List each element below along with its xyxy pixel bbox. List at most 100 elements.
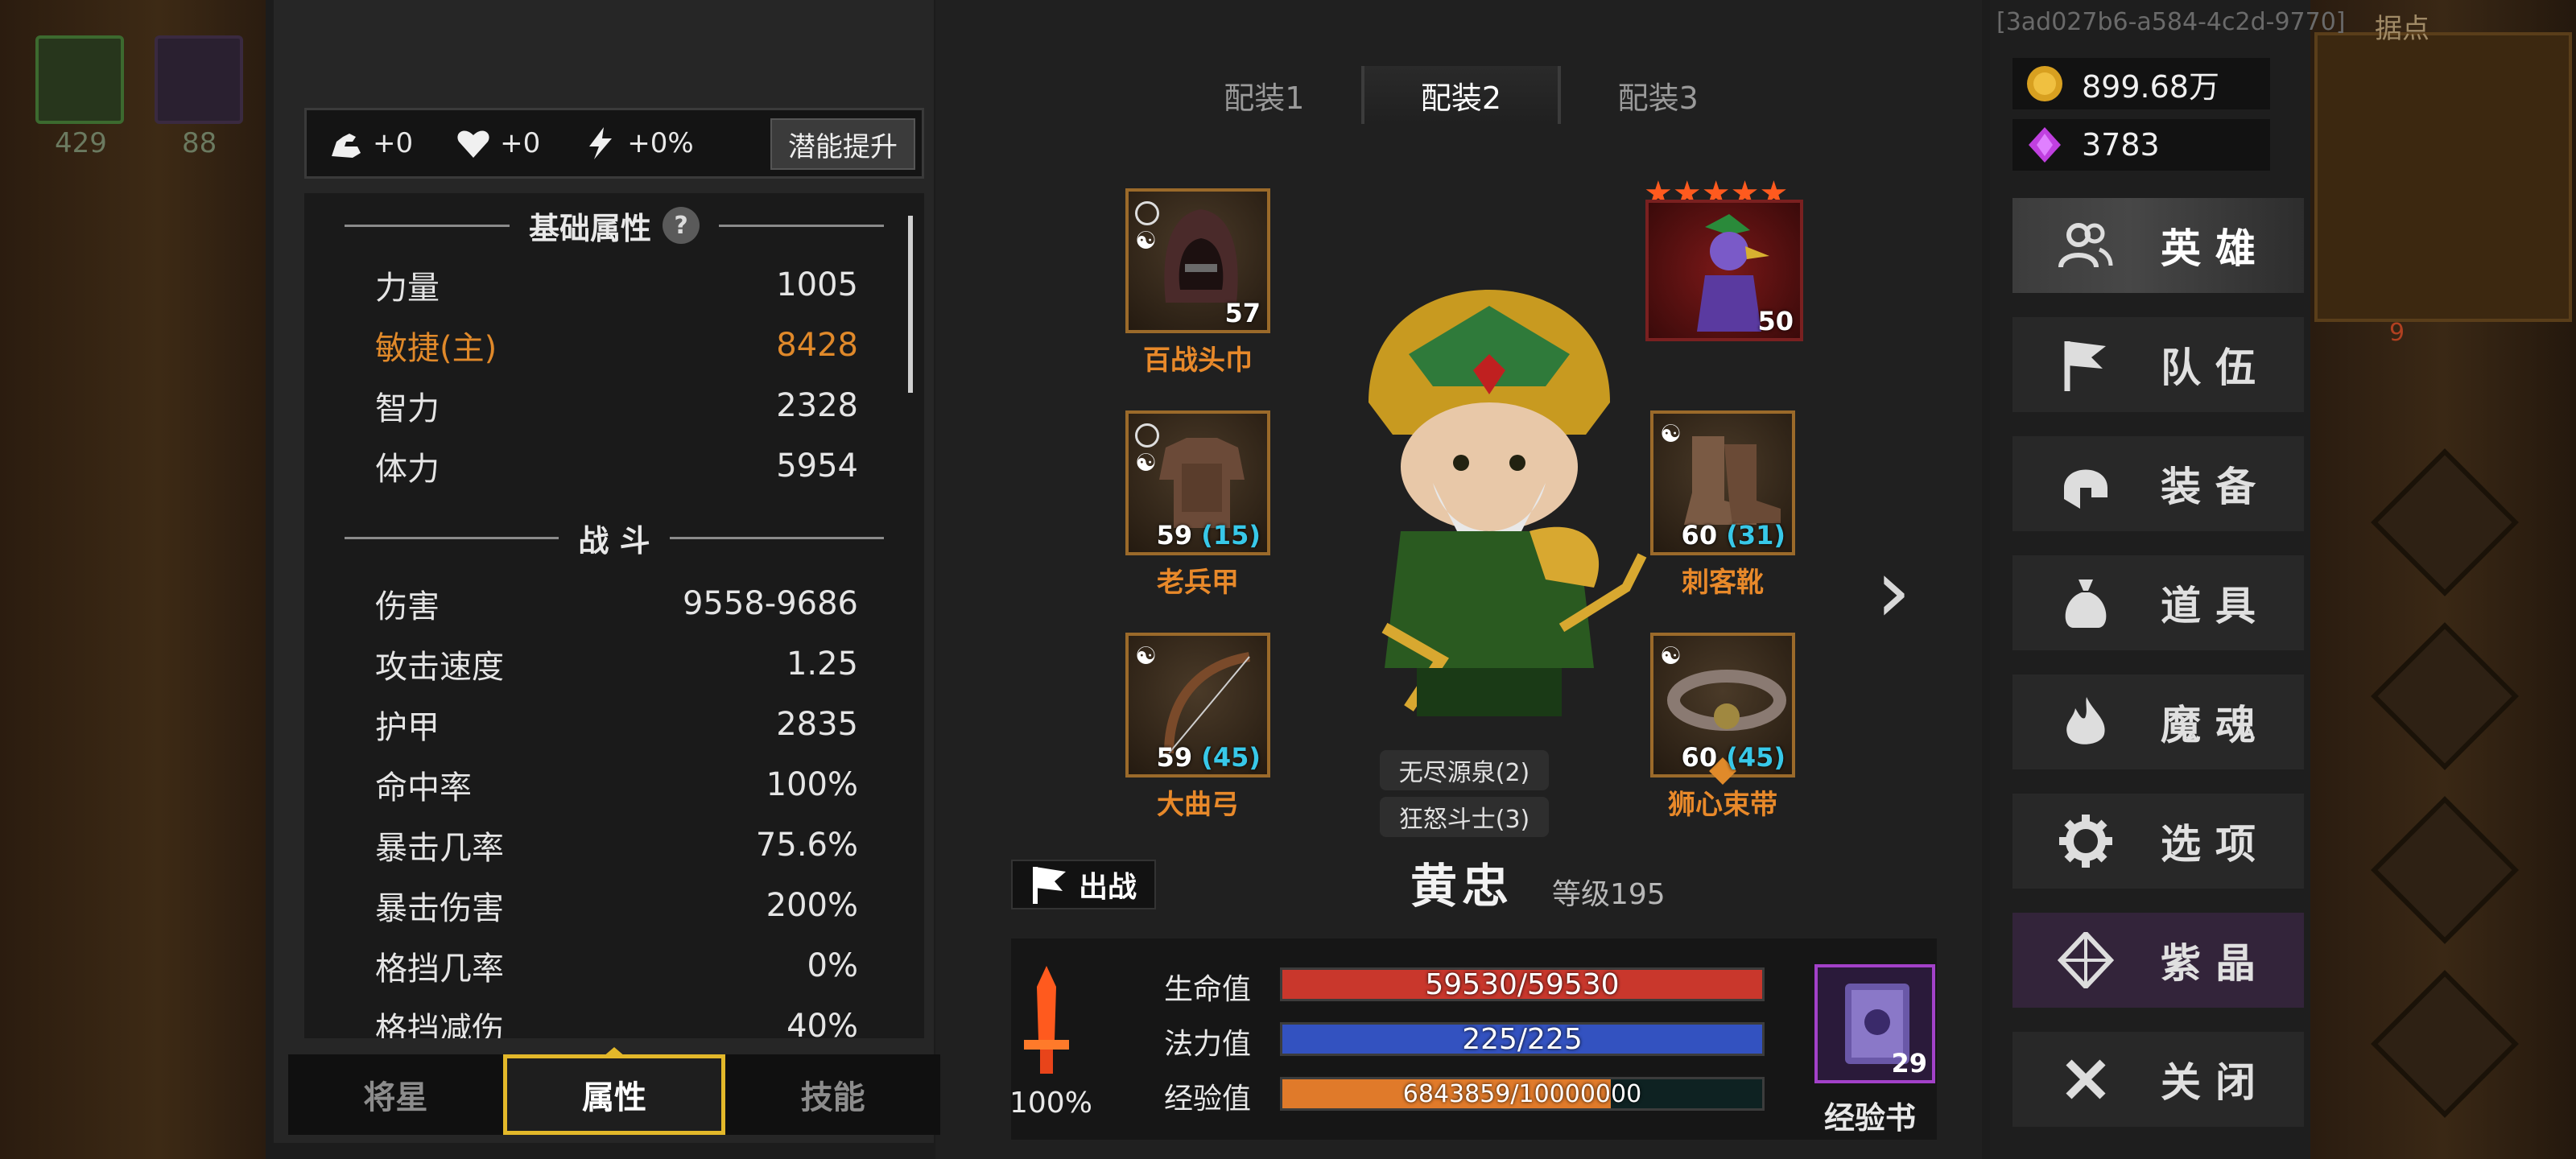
nav-options[interactable]: 选项 xyxy=(2013,794,2304,889)
combat-title: 战 斗 xyxy=(578,522,650,559)
exp-text: 6843859/10000000 xyxy=(1402,1079,1642,1108)
nav-label: 道具 xyxy=(2161,583,2270,629)
pet-level: 50 xyxy=(1757,306,1794,336)
bg-slot-count: 429 xyxy=(55,127,107,159)
attr-value: 2835 xyxy=(776,706,858,743)
minimap[interactable] xyxy=(2314,32,2572,322)
set-bonus-label[interactable]: 无尽源泉(2) xyxy=(1380,750,1549,790)
exp-book-item[interactable]: 29 xyxy=(1814,964,1935,1083)
equip-name-armor: 老兵甲 xyxy=(1157,567,1239,599)
item-level: 60 (45) xyxy=(1681,742,1785,773)
lightning-icon xyxy=(582,125,619,162)
pet-slot[interactable]: 50 xyxy=(1645,200,1803,341)
tab-loadout-1[interactable]: 配装1 xyxy=(1167,66,1364,124)
attribute-scrollbar[interactable] xyxy=(908,216,913,393)
equip-slot-helmet[interactable]: ☯ 57 xyxy=(1125,188,1270,333)
attr-value: 8428 xyxy=(776,327,858,364)
crystal-display: 3783 xyxy=(2013,119,2270,171)
attr-label: 格挡减伤 xyxy=(375,1011,504,1038)
potential-stat-bar: +0 +0 +0% 潜能提升 xyxy=(304,108,924,179)
session-id: [3ad027b6-a584-4c2d-9770] xyxy=(1996,8,2346,36)
attr-label: 格挡几率 xyxy=(375,951,504,988)
tab-attributes[interactable]: 属性 xyxy=(502,1047,726,1135)
attr-label: 攻击速度 xyxy=(375,649,504,686)
equip-slot-boots[interactable]: ☯ 60 (31) xyxy=(1650,410,1795,555)
left-tab-bar: 将星 属性 技能 xyxy=(288,1047,940,1135)
attr-row-damage: 伤害 9558-9686 xyxy=(375,580,858,628)
attr-row-stamina: 体力 5954 xyxy=(375,442,858,490)
deploy-button[interactable]: 出战 xyxy=(1011,860,1156,909)
nav-label: 装备 xyxy=(2161,464,2270,510)
flag-icon xyxy=(2058,336,2114,393)
bg-skill-slot-2 xyxy=(155,35,243,124)
bg-skill-slot-1 xyxy=(35,35,124,124)
gold-display: 899.68万 xyxy=(2013,58,2270,109)
nav-equipment[interactable]: 装备 xyxy=(2013,436,2304,531)
item-level: 57 xyxy=(1224,298,1261,328)
gear-icon xyxy=(2058,813,2114,869)
nav-heroes[interactable]: 英雄 xyxy=(2013,198,2304,293)
attr-label: 智力 xyxy=(375,390,440,427)
attr-label: 暴击伤害 xyxy=(375,890,504,927)
nav-label: 紫晶 xyxy=(2161,940,2270,987)
attr-row-block-reduction: 格挡减伤 40% xyxy=(375,1002,858,1038)
attr-row-block-chance: 格挡几率 0% xyxy=(375,942,858,990)
attr-label: 命中率 xyxy=(375,769,472,806)
nav-team[interactable]: 队伍 xyxy=(2013,317,2304,412)
bg-slot-count: 88 xyxy=(182,127,217,159)
basic-attributes-title: 基础属性 xyxy=(529,210,652,246)
equip-name-weapon: 大曲弓 xyxy=(1157,789,1239,821)
exp-bar: 6843859/10000000 xyxy=(1280,1077,1765,1111)
equip-slot-belt[interactable]: ☯ 60 (45) xyxy=(1650,633,1795,785)
attr-value: 100% xyxy=(766,766,858,803)
game-screen: { "session_id": "[3ad027b6-a584-4c2d-977… xyxy=(0,0,2576,1159)
helmet-icon xyxy=(2058,456,2114,512)
hero-level: 等级195 xyxy=(1552,878,1666,911)
equip-name-belt: 狮心束带 xyxy=(1668,789,1777,821)
attr-value: 200% xyxy=(766,887,858,924)
help-icon[interactable]: ? xyxy=(663,207,700,244)
energy-bonus-value: +0% xyxy=(627,127,694,159)
attribute-panel[interactable]: 基础属性? 力量 1005 敏捷(主) 8428 智力 2328 体力 5954 战 斗… xyxy=(304,193,924,1038)
nav-items[interactable]: 道具 xyxy=(2013,555,2304,650)
tab-loadout-2[interactable]: 配装2 xyxy=(1364,66,1562,124)
attr-value: 1005 xyxy=(776,266,858,303)
background-world-left xyxy=(0,0,266,1159)
potential-upgrade-button[interactable]: 潜能提升 xyxy=(770,118,915,170)
nav-souls[interactable]: 魔魂 xyxy=(2013,674,2304,769)
attr-label: 暴击几率 xyxy=(375,830,504,867)
heart-icon xyxy=(455,125,492,162)
tab-loadout-3[interactable]: 配装3 xyxy=(1561,66,1755,124)
equip-slot-armor[interactable]: ☯ 59 (15) xyxy=(1125,410,1270,555)
nav-label: 魔魂 xyxy=(2161,702,2270,749)
attr-label: 敏捷(主) xyxy=(375,330,497,367)
equip-name-helmet: 百战头巾 xyxy=(1143,344,1253,377)
attr-value: 0% xyxy=(807,947,858,984)
nav-label: 队伍 xyxy=(2161,344,2270,391)
nav-close[interactable]: 关闭 xyxy=(2013,1032,2304,1127)
next-hero-arrow-icon[interactable]: › xyxy=(1876,539,1911,642)
nav-label: 英雄 xyxy=(2161,225,2270,272)
hp-text: 59530/59530 xyxy=(1425,967,1620,1001)
strength-bonus: +0 xyxy=(328,125,413,162)
attr-row-agility: 敏捷(主) 8428 xyxy=(375,321,858,369)
minimap-title: 据点 xyxy=(2375,13,2429,45)
muscle-icon xyxy=(328,125,365,162)
attr-value: 9558-9686 xyxy=(682,585,858,622)
equip-slot-weapon[interactable]: ☯ 59 (45) xyxy=(1125,633,1270,777)
nav-crystal[interactable]: 紫晶 xyxy=(2013,913,2304,1008)
boots-icon xyxy=(1684,436,1781,525)
gold-amount: 899.68万 xyxy=(2082,68,2219,105)
hero-name: 黄忠 xyxy=(1410,859,1514,914)
purple-crystal-icon xyxy=(2029,127,2061,163)
mp-text: 225/225 xyxy=(1462,1022,1583,1056)
attr-label: 力量 xyxy=(375,270,440,307)
tab-generals[interactable]: 将星 xyxy=(288,1054,503,1135)
set-bonus-label[interactable]: 狂怒斗士(3) xyxy=(1380,797,1549,837)
item-level: 59 (15) xyxy=(1156,520,1261,551)
flame-icon xyxy=(2058,694,2114,750)
mp-label: 法力值 xyxy=(1164,1028,1252,1061)
strength-bonus-value: +0 xyxy=(373,127,414,159)
energy-bonus: +0% xyxy=(582,125,694,162)
tab-skills[interactable]: 技能 xyxy=(725,1054,940,1135)
